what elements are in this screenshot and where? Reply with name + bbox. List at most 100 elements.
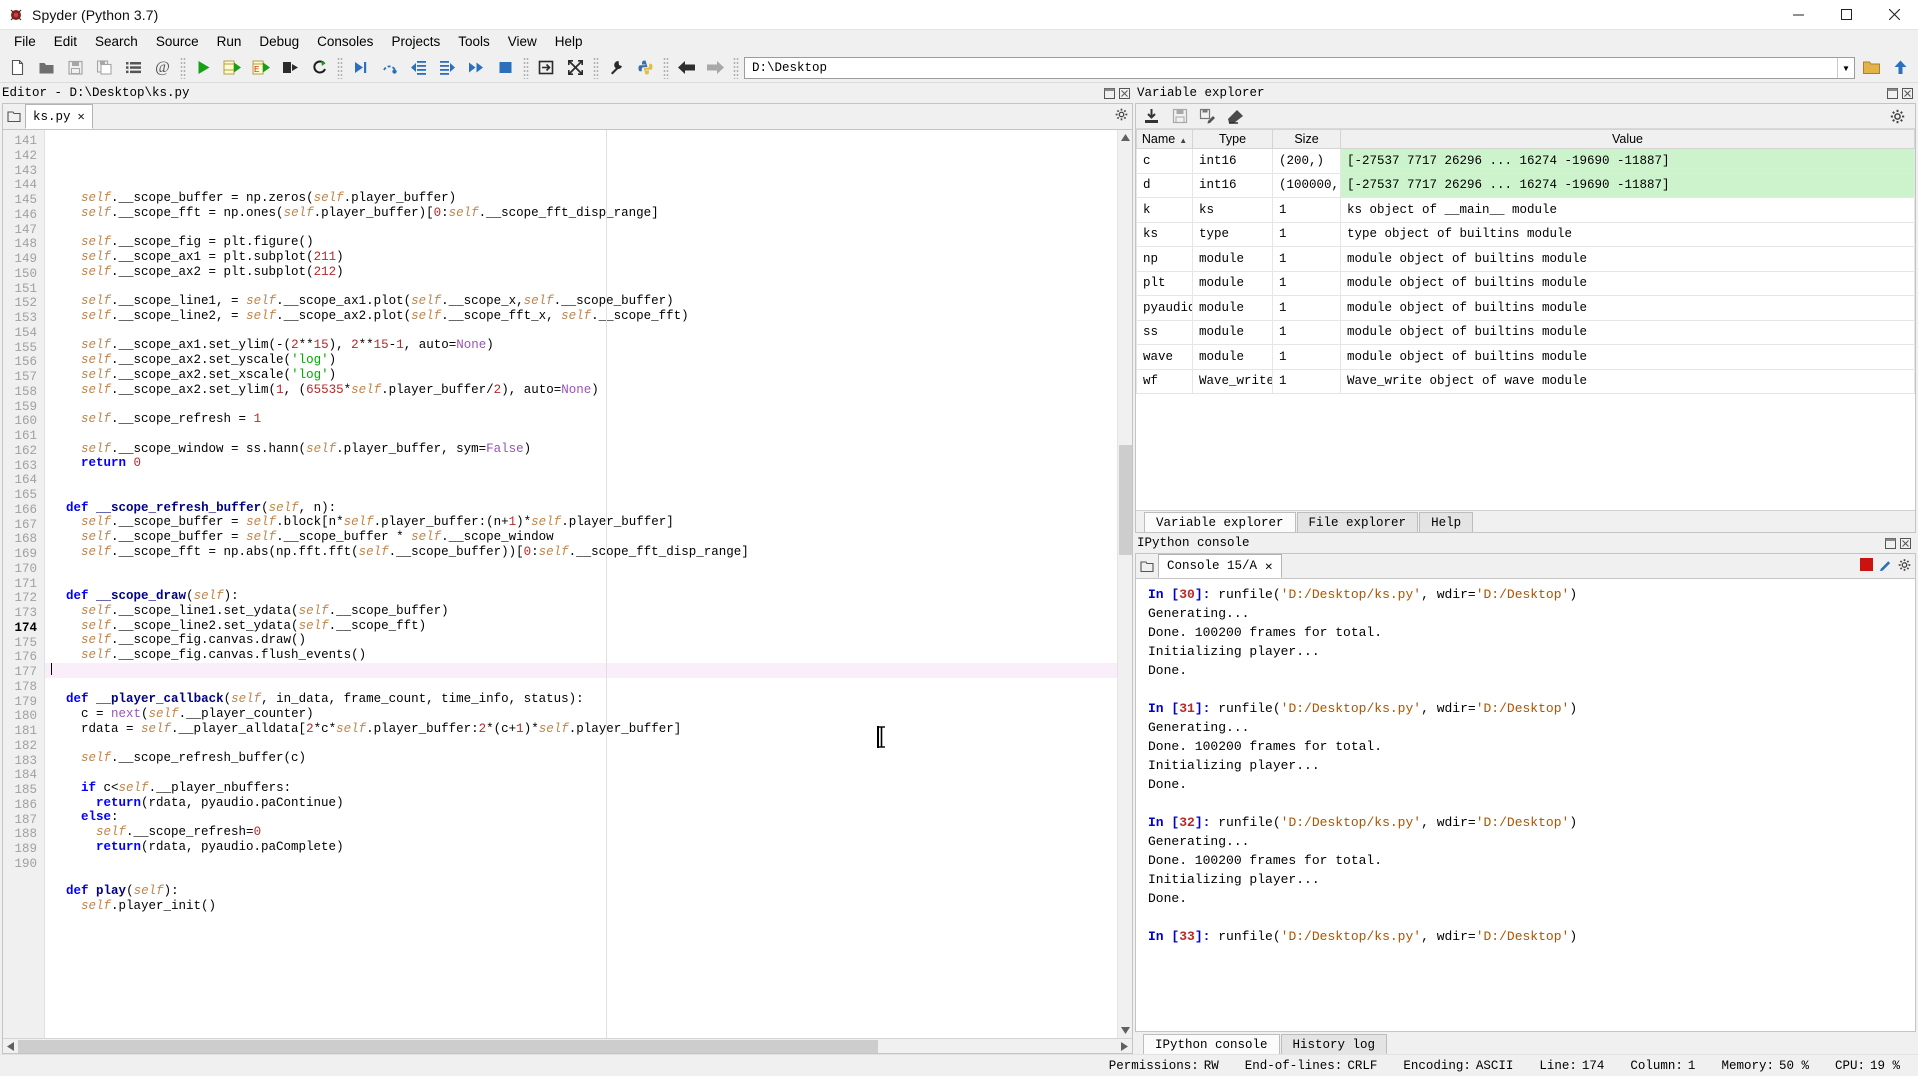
options-gear-icon[interactable] bbox=[1115, 108, 1128, 121]
run-cell-advance-icon[interactable]: E bbox=[247, 54, 276, 81]
close-pane-icon[interactable] bbox=[1899, 537, 1912, 550]
pythonpath-manager-icon[interactable] bbox=[631, 54, 660, 81]
code-line[interactable]: self.__scope_fig = plt.figure() bbox=[45, 235, 1117, 250]
console-output[interactable]: In [30]: runfile('D:/Desktop/ks.py', wdi… bbox=[1136, 579, 1915, 1031]
code-line[interactable]: self.__scope_line2, = self.__scope_ax2.p… bbox=[45, 309, 1117, 324]
table-row[interactable]: ssmodule1module object of builtins modul… bbox=[1137, 320, 1915, 345]
debug-step-return-icon[interactable] bbox=[433, 54, 462, 81]
scroll-right-icon[interactable] bbox=[1117, 1039, 1132, 1054]
save-file-icon[interactable] bbox=[61, 54, 90, 81]
code-line[interactable] bbox=[45, 427, 1117, 442]
code-line[interactable]: self.__scope_ax2.set_xscale('log') bbox=[45, 368, 1117, 383]
close-pane-icon[interactable] bbox=[1901, 87, 1914, 100]
code-line[interactable]: self.__scope_line2.set_ydata(self.__scop… bbox=[45, 619, 1117, 634]
code-line[interactable] bbox=[45, 397, 1117, 412]
code-line[interactable] bbox=[45, 574, 1117, 589]
menu-help[interactable]: Help bbox=[546, 31, 592, 52]
browse-working-directory-icon[interactable] bbox=[1857, 54, 1886, 81]
back-icon[interactable] bbox=[672, 54, 701, 81]
column-header-name[interactable]: Name▲ bbox=[1137, 130, 1193, 149]
code-line[interactable]: self.__scope_ax2.set_ylim(1, (65535*self… bbox=[45, 383, 1117, 398]
tab-file-explorer[interactable]: File explorer bbox=[1297, 512, 1419, 532]
editor-hscroll-thumb[interactable] bbox=[18, 1040, 878, 1053]
code-line[interactable] bbox=[45, 678, 1117, 693]
chevron-down-icon[interactable]: ▾ bbox=[1837, 58, 1854, 78]
menu-run[interactable]: Run bbox=[208, 31, 251, 52]
stop-kernel-icon[interactable] bbox=[1860, 558, 1873, 571]
undock-pane-icon[interactable] bbox=[1886, 87, 1899, 100]
menu-projects[interactable]: Projects bbox=[382, 31, 449, 52]
browse-tabs-icon[interactable] bbox=[3, 103, 25, 129]
tab-history-log[interactable]: History log bbox=[1281, 1034, 1388, 1054]
code-line[interactable] bbox=[45, 176, 1117, 191]
run-cell-icon[interactable] bbox=[218, 54, 247, 81]
run-selection-icon[interactable] bbox=[276, 54, 305, 81]
re-run-icon[interactable] bbox=[305, 54, 334, 81]
maximize-button[interactable] bbox=[1822, 0, 1870, 30]
code-line[interactable] bbox=[45, 324, 1117, 339]
tab-ipython-console[interactable]: IPython console bbox=[1143, 1034, 1280, 1054]
save-data-icon[interactable] bbox=[1170, 107, 1189, 126]
browse-tabs-icon[interactable] bbox=[1136, 553, 1158, 578]
menu-consoles[interactable]: Consoles bbox=[308, 31, 382, 52]
column-header-type[interactable]: Type bbox=[1193, 130, 1273, 149]
editor-vscroll-trough[interactable] bbox=[1118, 145, 1132, 1023]
menu-edit[interactable]: Edit bbox=[45, 31, 86, 52]
close-pane-icon[interactable] bbox=[1118, 87, 1131, 100]
options-gear-icon[interactable] bbox=[1888, 107, 1907, 126]
code-line[interactable]: def __scope_refresh_buffer(self, n): bbox=[45, 501, 1117, 516]
undock-pane-icon[interactable] bbox=[1884, 537, 1897, 550]
code-line[interactable] bbox=[45, 486, 1117, 501]
code-line[interactable]: self.__scope_fft = np.abs(np.fft.fft(sel… bbox=[45, 545, 1117, 560]
code-line[interactable]: def play(self): bbox=[45, 884, 1117, 899]
remove-all-variables-icon[interactable] bbox=[1226, 107, 1245, 126]
open-file-icon[interactable] bbox=[32, 54, 61, 81]
import-data-icon[interactable] bbox=[1142, 107, 1161, 126]
code-line[interactable]: self.__scope_ax1 = plt.subplot(211) bbox=[45, 250, 1117, 265]
debug-continue-icon[interactable] bbox=[462, 54, 491, 81]
code-line[interactable]: self.__scope_ax2.set_yscale('log') bbox=[45, 353, 1117, 368]
menu-tools[interactable]: Tools bbox=[449, 31, 499, 52]
code-line[interactable]: rdata = self.__player_alldata[2*c*self.p… bbox=[45, 722, 1117, 737]
code-line[interactable]: self.__scope_fig.canvas.draw() bbox=[45, 633, 1117, 648]
code-line[interactable] bbox=[45, 560, 1117, 575]
preferences-icon[interactable] bbox=[602, 54, 631, 81]
file-switcher-icon[interactable] bbox=[119, 54, 148, 81]
table-row[interactable]: wavemodule1module object of builtins mod… bbox=[1137, 345, 1915, 370]
code-line[interactable]: self.__scope_buffer = np.zeros(self.play… bbox=[45, 191, 1117, 206]
code-line[interactable]: self.__scope_refresh=0 bbox=[45, 825, 1117, 840]
code-line[interactable]: self.__scope_ax1.set_ylim(-(2**15), 2**1… bbox=[45, 338, 1117, 353]
editor-horizontal-scrollbar[interactable] bbox=[3, 1038, 1132, 1053]
menu-debug[interactable]: Debug bbox=[250, 31, 308, 52]
scroll-left-icon[interactable] bbox=[3, 1039, 18, 1054]
run-file-icon[interactable] bbox=[189, 54, 218, 81]
set-parent-directory-icon[interactable] bbox=[1886, 54, 1915, 81]
table-row[interactable]: wfWave_write1Wave_write object of wave m… bbox=[1137, 369, 1915, 394]
code-line[interactable]: def __player_callback(self, in_data, fra… bbox=[45, 692, 1117, 707]
code-line[interactable]: c = next(self.__player_counter) bbox=[45, 707, 1117, 722]
close-icon[interactable]: ✕ bbox=[1265, 558, 1273, 574]
code-line[interactable]: return(rdata, pyaudio.paComplete) bbox=[45, 840, 1117, 855]
code-line[interactable]: self.__scope_buffer = self.__scope_buffe… bbox=[45, 530, 1117, 545]
editor-vertical-scrollbar[interactable] bbox=[1117, 130, 1132, 1038]
code-line[interactable] bbox=[45, 766, 1117, 781]
code-line[interactable]: self.__scope_refresh_buffer(c) bbox=[45, 751, 1117, 766]
code-line[interactable]: self.__scope_fig.canvas.flush_events() bbox=[45, 648, 1117, 663]
table-row[interactable]: kstype1type object of builtins module bbox=[1137, 222, 1915, 247]
table-row[interactable]: cint16(200,)[-27537 7717 26296 ... 16274… bbox=[1137, 149, 1915, 174]
scroll-down-icon[interactable] bbox=[1118, 1023, 1132, 1038]
code-line[interactable]: self.__scope_window = ss.hann(self.playe… bbox=[45, 442, 1117, 457]
scroll-up-icon[interactable] bbox=[1118, 130, 1132, 145]
table-row[interactable]: pltmodule1module object of builtins modu… bbox=[1137, 271, 1915, 296]
code-editor[interactable]: 1411421431441451461471481491501511521531… bbox=[3, 130, 1132, 1038]
column-header-size[interactable]: Size bbox=[1273, 130, 1341, 149]
code-line[interactable]: self.__scope_line1, = self.__scope_ax1.p… bbox=[45, 294, 1117, 309]
table-row[interactable]: npmodule1module object of builtins modul… bbox=[1137, 247, 1915, 272]
code-line[interactable]: else: bbox=[45, 810, 1117, 825]
debug-step-over-icon[interactable] bbox=[375, 54, 404, 81]
debug-file-icon[interactable] bbox=[346, 54, 375, 81]
menu-view[interactable]: View bbox=[499, 31, 546, 52]
code-line[interactable]: def __scope_draw(self): bbox=[45, 589, 1117, 604]
new-console-icon[interactable] bbox=[1879, 558, 1892, 571]
close-button[interactable] bbox=[1870, 0, 1918, 30]
